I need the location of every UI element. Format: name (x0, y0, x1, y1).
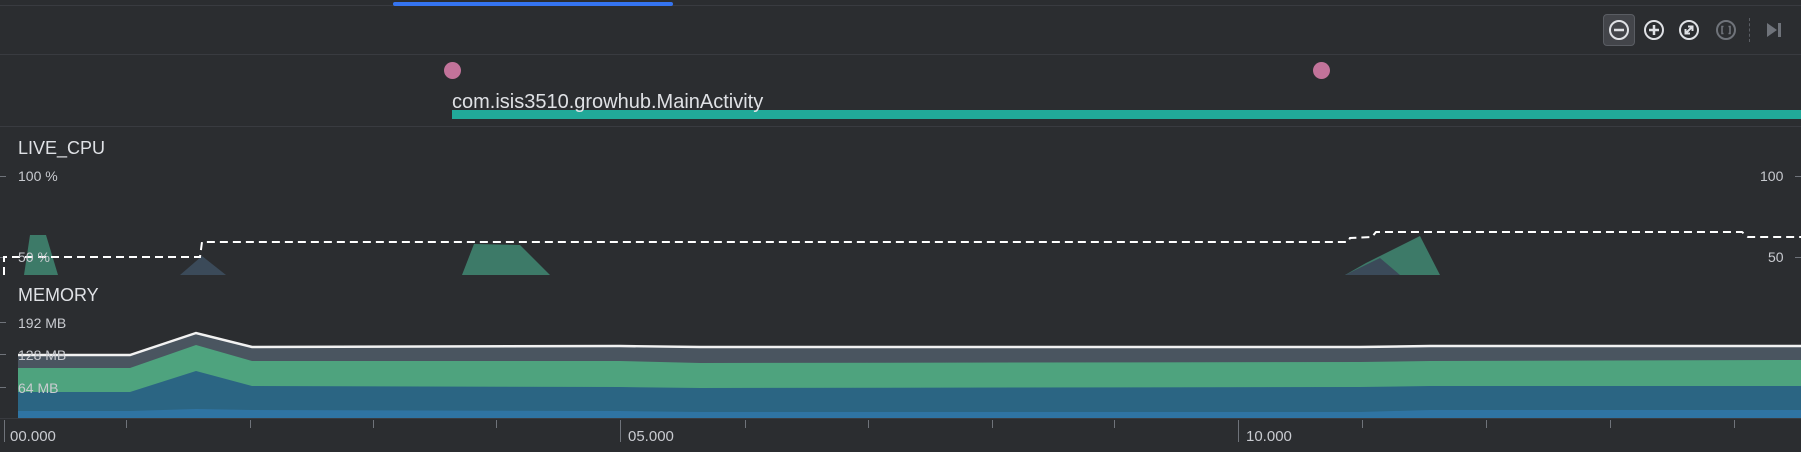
cpu-other-area (180, 256, 1400, 275)
axis-minor-tick (496, 420, 497, 428)
memory-lane-title[interactable]: MEMORY (18, 285, 99, 306)
zoom-to-selection-button[interactable] (1710, 14, 1742, 46)
event-marker[interactable] (444, 62, 461, 79)
memory-label-128: 128 MB (18, 347, 67, 363)
timeline-selection-indicator[interactable] (393, 2, 673, 6)
skip-end-icon (1767, 23, 1781, 37)
selection-icon (1716, 20, 1736, 40)
profiler-toolbar (0, 0, 1801, 55)
memory-usage-graph[interactable] (0, 320, 1801, 418)
axis-label-0: 00.000 (10, 428, 56, 445)
threads-max-label: 100 (1760, 168, 1784, 184)
attach-to-live-button[interactable] (1758, 14, 1790, 46)
cpu-threads-line (3, 231, 1801, 275)
zoom-in-button[interactable] (1638, 14, 1670, 46)
axis-minor-tick (1734, 420, 1735, 428)
zoom-out-button[interactable] (1603, 14, 1635, 46)
axis-minor-tick (868, 420, 869, 428)
plus-circle-icon (1644, 20, 1664, 40)
event-marker[interactable] (1313, 62, 1330, 79)
expand-circle-icon (1679, 20, 1699, 40)
activity-name-label: com.isis3510.growhub.MainActivity (452, 91, 764, 113)
minus-circle-icon (1609, 20, 1629, 40)
axis-major-tick (4, 420, 5, 442)
axis-label-5: 05.000 (628, 428, 674, 445)
axis-label-10: 10.000 (1246, 428, 1292, 445)
memory-label-64: 64 MB (18, 380, 59, 396)
axis-major-tick (1238, 420, 1239, 442)
axis-minor-tick (1610, 420, 1611, 428)
axis-minor-tick (250, 420, 251, 428)
axis-minor-tick (1486, 420, 1487, 428)
axis-major-tick (620, 420, 621, 442)
axis-minor-tick (992, 420, 993, 428)
axis-minor-tick (1114, 420, 1115, 428)
cpu-mid-label: 50 % (18, 249, 50, 265)
axis-minor-tick (126, 420, 127, 428)
reset-zoom-button[interactable] (1673, 14, 1705, 46)
cpu-usage-graph[interactable] (0, 120, 1801, 276)
cpu-max-label: 100 % (18, 168, 58, 184)
top-divider (0, 5, 1801, 6)
axis-minor-tick (373, 420, 374, 428)
axis-minor-tick (745, 420, 746, 428)
toolbar-separator (1749, 18, 1750, 42)
threads-mid-label: 50 (1768, 249, 1784, 265)
time-axis[interactable] (0, 418, 1801, 452)
memory-label-192: 192 MB (18, 315, 67, 331)
axis-minor-tick (1362, 420, 1363, 428)
